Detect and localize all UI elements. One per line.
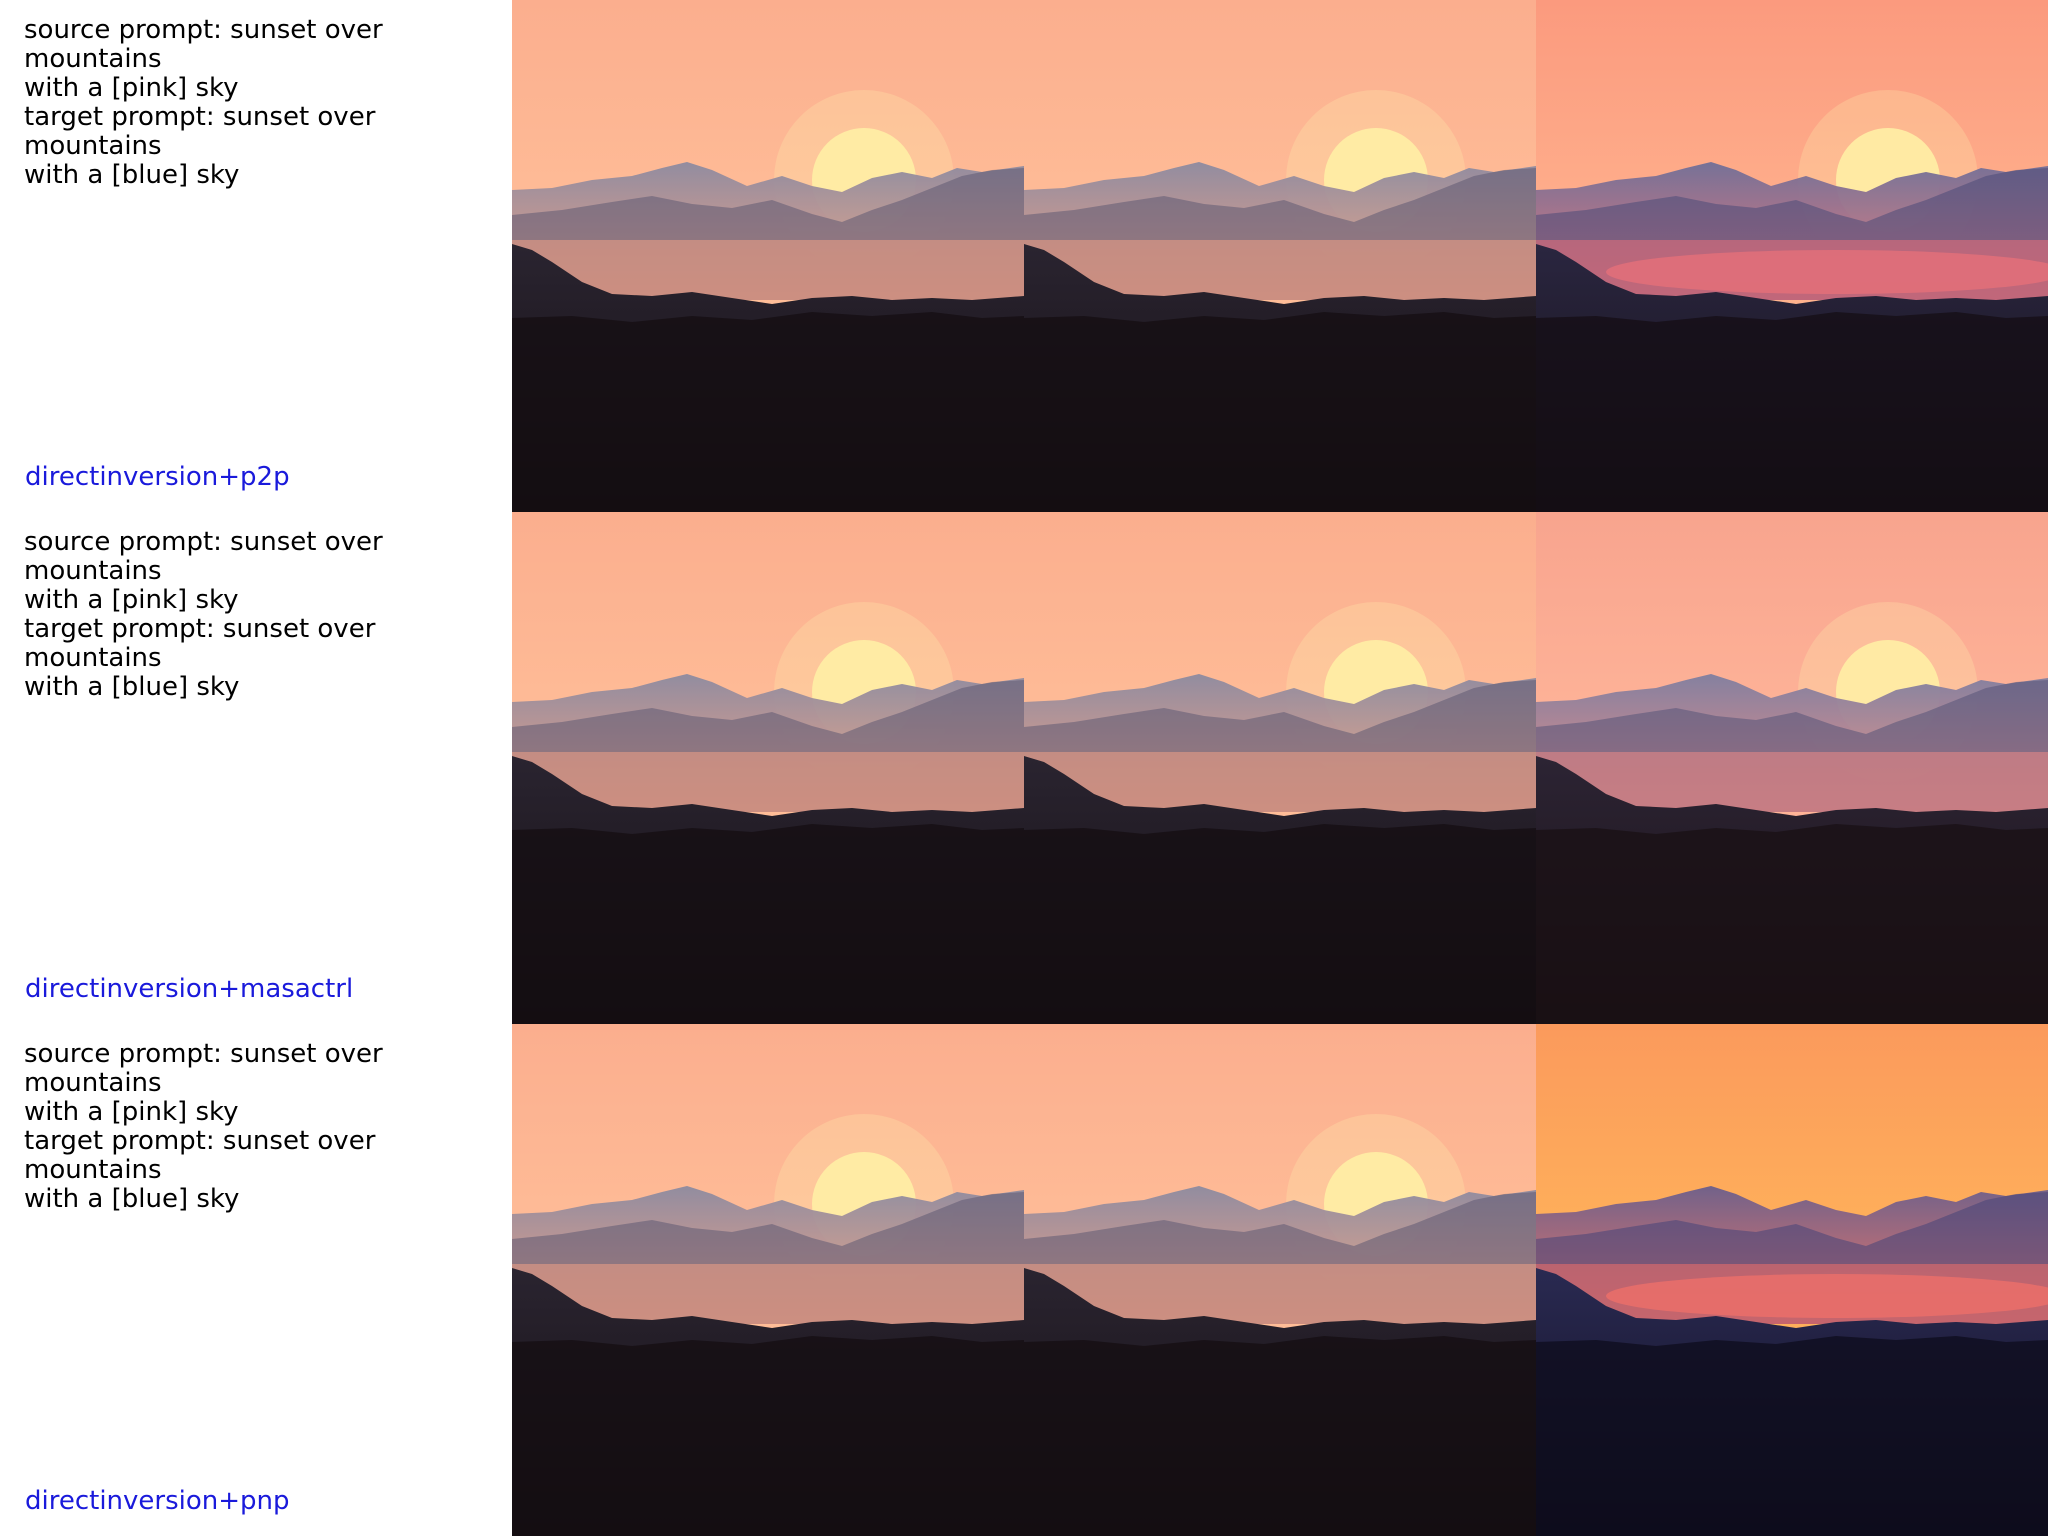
image-reconstruction: [1024, 0, 1536, 512]
glow-band: [1606, 250, 2048, 294]
near-hills: [512, 1336, 1024, 1536]
image-edited: [1536, 0, 2048, 512]
comparison-row: source prompt: sunset over mountains wit…: [0, 512, 2048, 1024]
comparison-row: source prompt: sunset over mountains wit…: [0, 0, 2048, 512]
near-hills: [512, 824, 1024, 1024]
near-hills: [1024, 312, 1536, 512]
prompt-text: source prompt: sunset over mountains wit…: [24, 15, 383, 190]
glow-band: [1606, 1274, 2048, 1318]
near-hills: [1024, 1336, 1536, 1536]
row-label-panel: source prompt: sunset over mountains wit…: [0, 512, 512, 1024]
comparison-row: source prompt: sunset over mountains wit…: [0, 1024, 2048, 1536]
near-hills: [1536, 1336, 2048, 1536]
row-label-panel: source prompt: sunset over mountains wit…: [0, 1024, 512, 1536]
image-source: [512, 0, 1024, 512]
image-edited: [1536, 512, 2048, 1024]
row-label-panel: source prompt: sunset over mountains wit…: [0, 0, 512, 512]
method-label: directinversion+pnp: [25, 1486, 290, 1516]
method-label: directinversion+p2p: [25, 462, 290, 492]
image-reconstruction: [1024, 1024, 1536, 1536]
image-source: [512, 1024, 1024, 1536]
prompt-text: source prompt: sunset over mountains wit…: [24, 1039, 383, 1214]
near-hills: [512, 312, 1024, 512]
image-reconstruction: [1024, 512, 1536, 1024]
near-hills: [1536, 824, 2048, 1024]
near-hills: [1536, 312, 2048, 512]
image-edited: [1536, 1024, 2048, 1536]
method-label: directinversion+masactrl: [25, 974, 354, 1004]
image-source: [512, 512, 1024, 1024]
prompt-text: source prompt: sunset over mountains wit…: [24, 527, 383, 702]
near-hills: [1024, 824, 1536, 1024]
